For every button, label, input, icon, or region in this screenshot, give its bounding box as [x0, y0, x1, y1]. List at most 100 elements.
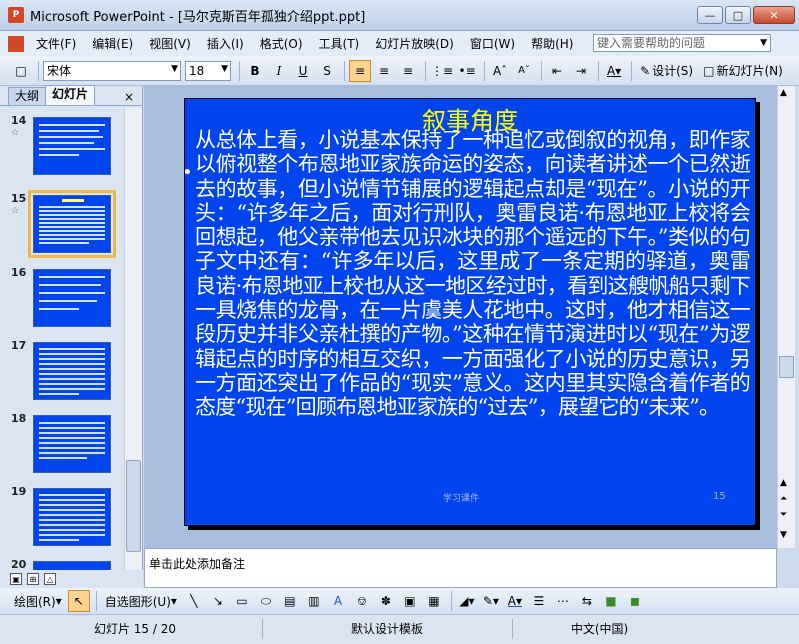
editor-scrollbar[interactable]: ▲ ▲ ⏶ ⏷ ▼: [777, 86, 795, 548]
align-right-button[interactable]: ≡: [397, 60, 419, 82]
bold-button[interactable]: B: [244, 60, 266, 82]
3d-style-icon[interactable]: ◼: [624, 590, 646, 612]
image-icon[interactable]: ▦: [423, 590, 445, 612]
draw-menu-button[interactable]: 绘图(R) ▾: [10, 590, 66, 612]
scroll-up-icon[interactable]: ▲: [780, 88, 787, 98]
font-size-select[interactable]: 18 ▼: [185, 60, 231, 81]
slide-canvas[interactable]: 叙事角度 • 从总体上看，小说基本保持了一种追忆或倒叙的视角，即作家以俯视整个布…: [184, 98, 756, 526]
menu-edit[interactable]: 编辑(E): [84, 35, 141, 52]
scrollbar-thumb[interactable]: [779, 356, 794, 378]
bullet-list-icon[interactable]: •≡: [456, 60, 478, 82]
wordart-icon[interactable]: A: [327, 590, 349, 612]
underline-button[interactable]: U: [292, 60, 314, 82]
slide-number: 19: [11, 485, 27, 498]
chevron-down-icon[interactable]: ▼: [171, 64, 178, 74]
slide-number: 14: [11, 114, 27, 127]
scroll-up-icon[interactable]: ▲: [780, 478, 787, 488]
clipart-icon[interactable]: ✽: [375, 590, 397, 612]
rectangle-tool-icon[interactable]: ▭: [231, 590, 253, 612]
decrease-font-icon[interactable]: Aˇ: [513, 60, 535, 82]
chevron-down-icon[interactable]: ▼: [760, 35, 767, 51]
slide-number: 17: [11, 339, 27, 352]
menu-window[interactable]: 窗口(W): [462, 35, 523, 52]
slide-body-text[interactable]: • 从总体上看，小说基本保持了一种追忆或倒叙的视角，即作家以俯视整个布恩地亚家族…: [185, 128, 751, 420]
text-color-icon[interactable]: A▾: [504, 590, 526, 612]
slide-thumbnail[interactable]: [33, 117, 111, 175]
slide-thumbnail[interactable]: [33, 269, 111, 327]
increase-font-icon[interactable]: Aˆ: [489, 60, 511, 82]
toolbar-separator: [631, 60, 633, 81]
shadow-button[interactable]: S: [316, 60, 338, 82]
notes-pane[interactable]: 单击此处添加备注: [144, 548, 777, 588]
scrollbar-thumb[interactable]: [126, 460, 141, 552]
menu-help[interactable]: 帮助(H): [523, 35, 581, 52]
slide-thumb-row[interactable]: 18: [0, 412, 122, 482]
line-style-icon[interactable]: ☰: [528, 590, 550, 612]
slide-thumb-row[interactable]: 19: [0, 485, 122, 555]
menu-format[interactable]: 格式(O): [252, 35, 311, 52]
numbered-list-icon[interactable]: ⋮≡: [430, 60, 454, 82]
toolbar-separator: [425, 60, 426, 81]
slide-thumbnail[interactable]: [33, 342, 111, 400]
menu-file[interactable]: 文件(F): [28, 35, 84, 52]
scroll-down-icon[interactable]: ▼: [780, 530, 787, 540]
menu-view[interactable]: 视图(V): [141, 35, 199, 52]
thumbnail-scrollbar[interactable]: [124, 108, 142, 570]
tab-slides[interactable]: 幻灯片: [45, 85, 96, 105]
align-left-button[interactable]: ≡: [349, 59, 371, 82]
slide-thumb-row[interactable]: 15 ☆: [0, 190, 122, 262]
design-button[interactable]: ✎ 设计(S): [636, 60, 697, 82]
align-center-button[interactable]: ≡: [373, 60, 395, 82]
dash-style-icon[interactable]: ⋯: [552, 590, 574, 612]
font-name-select[interactable]: 宋体 ▼: [43, 60, 181, 81]
shadow-style-icon[interactable]: ■: [600, 590, 622, 612]
slide-thumb-row[interactable]: 14 ☆: [0, 114, 122, 184]
next-slide-icon[interactable]: ⏷: [780, 510, 787, 520]
prev-slide-icon[interactable]: ⏶: [780, 494, 787, 504]
arrow-tool-icon[interactable]: ↘: [207, 590, 229, 612]
slide-thumbnail[interactable]: [33, 415, 111, 473]
line-color-icon[interactable]: ✎▾: [480, 590, 502, 612]
fill-color-icon[interactable]: ◢▾: [456, 590, 478, 612]
normal-view-icon[interactable]: ▣: [10, 573, 22, 585]
slide-thumbnail-selected[interactable]: [28, 190, 116, 258]
font-size-value: 18: [189, 63, 205, 78]
help-search-input[interactable]: 键入需要帮助的问题 ▼: [593, 34, 771, 52]
line-tool-icon[interactable]: ╲: [183, 590, 205, 612]
slide-thumb-row[interactable]: 17: [0, 339, 122, 409]
slide-thumb-row[interactable]: 20: [0, 558, 122, 570]
autoshapes-button[interactable]: 自选图形(U) ▾: [101, 590, 181, 612]
doc-icon[interactable]: [8, 35, 24, 52]
chevron-down-icon[interactable]: ▼: [221, 64, 228, 74]
maximize-button[interactable]: □: [725, 6, 751, 24]
slide-thumb-row[interactable]: 16: [0, 266, 122, 336]
italic-button[interactable]: I: [268, 60, 290, 82]
decrease-indent-icon[interactable]: ⇤: [546, 60, 568, 82]
vertical-textbox-icon[interactable]: ▥: [303, 590, 325, 612]
slide-body-paragraph: 从总体上看，小说基本保持了一种追忆或倒叙的视角，即作家以俯视整个布恩地亚家族命运…: [195, 128, 751, 420]
menu-slideshow[interactable]: 幻灯片放映(D): [367, 35, 462, 52]
sorter-view-icon[interactable]: ⊞: [27, 573, 39, 585]
oval-tool-icon[interactable]: ⬭: [255, 590, 277, 612]
picture-icon[interactable]: ▣: [399, 590, 421, 612]
status-language: 中文(中国): [570, 622, 629, 636]
minimize-button[interactable]: —: [697, 6, 723, 24]
font-color-icon[interactable]: A▾: [603, 60, 625, 82]
menu-tools[interactable]: 工具(T): [311, 35, 368, 52]
arrow-style-icon[interactable]: ⇆: [576, 590, 598, 612]
increase-indent-icon[interactable]: ⇥: [570, 60, 592, 82]
diagram-icon[interactable]: ⎊: [351, 590, 373, 612]
tab-outline[interactable]: 大纲: [8, 87, 47, 105]
new-doc-icon[interactable]: □: [10, 60, 32, 82]
slideshow-view-icon[interactable]: △: [44, 573, 56, 585]
close-button[interactable]: ✕: [753, 6, 795, 24]
formatting-toolbar: □ 宋体 ▼ 18 ▼ B I U S ≡ ≡ ≡ ⋮≡ •≡ Aˆ Aˇ ⇤ …: [0, 56, 799, 86]
slide-thumbnail[interactable]: [33, 488, 111, 546]
new-slide-button[interactable]: □ 新幻灯片(N): [699, 60, 787, 82]
textbox-tool-icon[interactable]: ▤: [279, 590, 301, 612]
menu-insert[interactable]: 插入(I): [199, 35, 252, 52]
slide-thumbnail[interactable]: [33, 561, 111, 570]
select-pointer-icon[interactable]: ↖: [67, 590, 90, 612]
pane-close-icon[interactable]: ×: [124, 89, 134, 105]
bullet-icon: •: [185, 161, 193, 185]
